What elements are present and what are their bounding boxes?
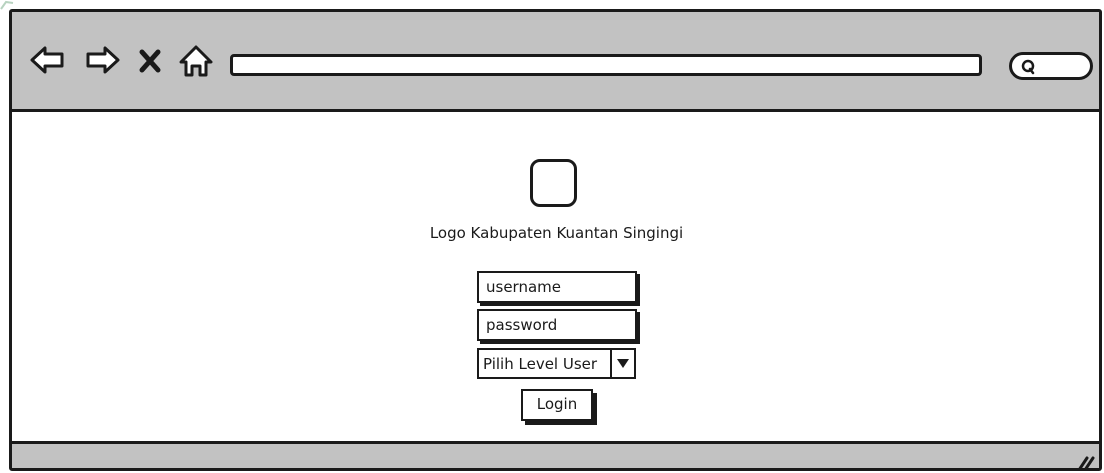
wireframe-canvas: Logo Kabupaten Kuantan Singingi username… bbox=[0, 0, 1104, 473]
dropdown-arrow[interactable] bbox=[610, 350, 634, 377]
home-icon[interactable] bbox=[176, 40, 216, 80]
logo-placeholder bbox=[530, 159, 577, 207]
login-content: Logo Kabupaten Kuantan Singingi username… bbox=[12, 112, 1099, 442]
username-field[interactable]: username bbox=[477, 271, 637, 303]
logo-caption: Logo Kabupaten Kuantan Singingi bbox=[429, 224, 684, 242]
search-box[interactable] bbox=[1009, 52, 1093, 80]
stop-x-icon[interactable] bbox=[134, 40, 166, 80]
back-arrow-icon[interactable] bbox=[28, 40, 68, 80]
address-bar[interactable] bbox=[230, 54, 982, 76]
password-field[interactable]: password bbox=[477, 309, 637, 341]
status-bar bbox=[12, 441, 1099, 468]
browser-window: Logo Kabupaten Kuantan Singingi username… bbox=[9, 9, 1102, 471]
search-icon bbox=[1021, 59, 1035, 75]
forward-arrow-icon[interactable] bbox=[82, 40, 122, 80]
chevron-down-icon bbox=[617, 359, 629, 368]
level-user-select[interactable]: Pilih Level User bbox=[477, 348, 636, 379]
browser-toolbar bbox=[12, 12, 1099, 112]
level-user-select-value: Pilih Level User bbox=[483, 355, 598, 373]
resize-handle-icon[interactable] bbox=[1073, 452, 1095, 468]
login-button[interactable]: Login bbox=[521, 389, 593, 421]
